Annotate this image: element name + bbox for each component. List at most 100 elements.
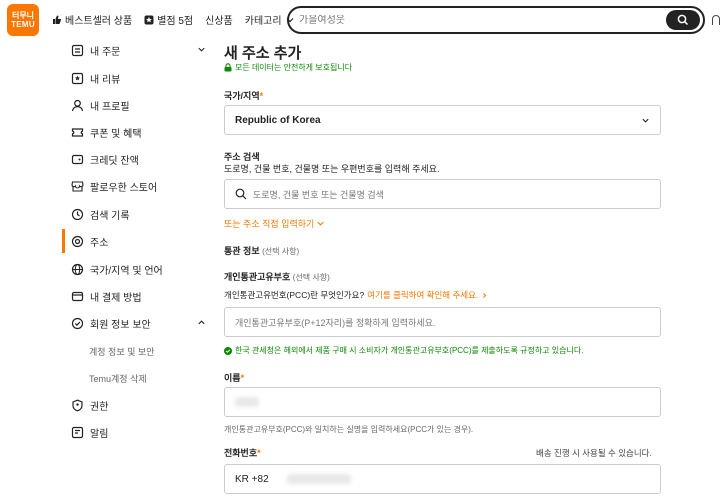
sidebar-item-label: 크레딧 잔액 [90,155,139,167]
sidebar-item-label: 국가/지역 및 언어 [90,265,163,277]
optional-tag: (선택 사항) [262,247,300,256]
credit-icon [69,151,85,167]
location-icon [69,233,85,249]
secure-note: 모든 데이터는 안전하게 보호됩니다 [224,62,352,73]
address-search-placeholder: 도로명, 건물 번호 또는 건물명 검색 [253,189,384,200]
address-search-field[interactable]: 도로명, 건물 번호 또는 건물명 검색 [224,179,661,209]
nav-category-label: 카테고리 [244,16,282,27]
phone-input[interactable]: KR +82 [224,464,661,494]
pccc-notice: 한국 관세청은 해외에서 제품 구매 시 소비자가 개인통관고유부호(PCC)를… [224,345,583,356]
lock-icon [224,63,232,72]
name-label: 이름* [224,371,244,384]
sidebar-item-profile[interactable]: 내 프로필 [62,93,212,117]
sidebar-item-label: Temu계정 삭제 [89,373,147,384]
search-button[interactable] [666,10,700,30]
country-select[interactable]: Republic of Korea [224,105,661,135]
manual-entry-link[interactable]: 또는 주소 직접 입력하기 [224,217,325,230]
search-input[interactable] [299,14,639,26]
nav-five-star[interactable]: 별점 5점 [144,12,193,27]
phone-prefix[interactable]: KR +82 [235,474,269,485]
address-search-hint: 도로명, 건물 번호, 건물명 또는 우편번호를 입력해 주세요. [224,164,440,174]
sidebar-item-label: 검색 기록 [90,210,130,222]
country-label: 국가/지역* [224,89,263,102]
sidebar-item-label: 내 주문 [90,46,121,58]
history-icon [69,206,85,222]
sidebar-item-account-security[interactable]: 회원 정보 보안 [62,311,212,335]
top-header: 터무니 TEMU 베스트셀러 상품 별점 5점 신상품 카테고리 [0,0,720,40]
pccc-question: 개인통관고유번호(PCC)란 무엇인가요? [224,290,365,300]
shield-icon [69,315,85,331]
globe-icon [69,261,85,277]
review-icon [69,70,85,86]
sidebar-item-coupons[interactable]: 쿠폰 및 혜택 [62,120,212,144]
sidebar-item-reviews[interactable]: 내 리뷰 [62,66,212,90]
sidebar-item-country-language[interactable]: 국가/지역 및 언어 [62,257,212,281]
country-select-value: Republic of Korea [235,114,321,126]
chevron-up-icon [198,320,205,325]
phone-label-text: 전화번호 [224,448,258,458]
permission-icon [69,397,85,413]
required-mark: * [240,373,245,383]
sidebar-item-label: 계정 정보 및 보안 [89,346,155,357]
notification-icon [69,424,85,440]
temu-logo[interactable]: 터무니 TEMU [7,4,39,36]
chevron-down-icon [198,47,205,52]
sidebar-item-orders[interactable]: 내 주문 [62,38,212,62]
page-title: 새 주소 추가 [224,45,302,62]
sidebar-item-label: 회원 정보 보안 [90,319,151,331]
sidebar-subitem-delete-account[interactable]: Temu계정 삭제 [62,366,212,390]
sidebar-item-label: 내 프로필 [90,101,130,113]
nav-new-arrivals[interactable]: 신상품 [205,12,233,27]
store-icon [69,178,85,194]
nav-bestsellers[interactable]: 베스트셀러 상품 [52,12,132,27]
sidebar-item-label: 주소 [90,237,109,249]
sidebar-item-label: 쿠폰 및 혜택 [90,128,142,140]
search-bar [287,6,705,34]
required-mark: * [257,448,261,458]
card-icon [69,288,85,304]
pccc-label: 개인통관고유부호 (선택 사항) [224,270,330,283]
sidebar-item-search-history[interactable]: 검색 기록 [62,202,212,226]
search-icon [677,14,689,26]
sidebar-item-permissions[interactable]: 권한 [62,393,212,417]
secure-note-text: 모든 데이터는 안전하게 보호됩니다 [235,63,353,72]
phone-note: 배송 진행 시 사용될 수 있습니다. [536,448,652,458]
name-value-redacted [235,397,259,407]
chevron-down-icon [317,221,324,226]
manual-entry-link-text: 또는 주소 직접 입력하기 [224,219,315,229]
thumbs-up-icon [53,15,61,24]
sidebar-subitem-account-info[interactable]: 계정 정보 및 보안 [62,339,212,363]
nav-five-star-label: 별점 5점 [157,16,194,27]
sidebar-item-notifications[interactable]: 알림 [62,420,212,444]
search-icon [235,188,247,200]
account-icon[interactable] [712,15,720,25]
pccc-question-row: 개인통관고유번호(PCC)란 무엇인가요? 여기를 클릭하여 확인해 주세요. [224,289,488,301]
required-mark: * [259,91,264,101]
sidebar-item-address[interactable]: 주소 [62,229,212,253]
sidebar-item-label: 내 리뷰 [90,74,121,86]
pccc-notice-text: 한국 관세청은 해외에서 제품 구매 시 소비자가 개인통관고유부호(PCC)를… [235,346,584,355]
nav-bestsellers-label: 베스트셀러 상품 [65,16,133,27]
pccc-input-placeholder: 개인통관고유부호(P+12자리)를 정확하게 입력하세요. [235,317,436,328]
top-nav: 베스트셀러 상품 별점 5점 신상품 카테고리 [52,12,295,27]
name-hint: 개인통관고유부호(PCC)와 일치하는 실명을 입력하세요(PCC가 있는 경우… [224,425,474,434]
logo-bottom-text: TEMU [11,20,35,29]
sidebar-item-followed-stores[interactable]: 팔로우한 스토어 [62,174,212,198]
customs-label-text: 통관 정보 [224,246,260,256]
coupon-icon [69,124,85,140]
logo-top-text: 터무니 [11,11,35,20]
sidebar-item-label: 팔로우한 스토어 [90,182,158,194]
sidebar-item-payment-methods[interactable]: 내 결제 방법 [62,284,212,308]
pccc-info-link[interactable]: 여기를 클릭하여 확인해 주세요. [367,289,478,301]
name-label-text: 이름 [224,373,241,383]
check-circle-icon [224,346,232,355]
chevron-right-icon [483,292,487,298]
sidebar-item-label: 내 결제 방법 [90,292,142,304]
sidebar-item-credit[interactable]: 크레딧 잔액 [62,147,212,171]
phone-value-redacted [286,474,351,484]
nav-new-arrivals-label: 신상품 [205,16,233,27]
country-label-text: 국가/지역 [224,91,260,101]
chevron-down-icon [642,118,649,123]
name-input[interactable] [224,387,661,417]
pccc-input[interactable]: 개인통관고유부호(P+12자리)를 정확하게 입력하세요. [224,307,661,337]
